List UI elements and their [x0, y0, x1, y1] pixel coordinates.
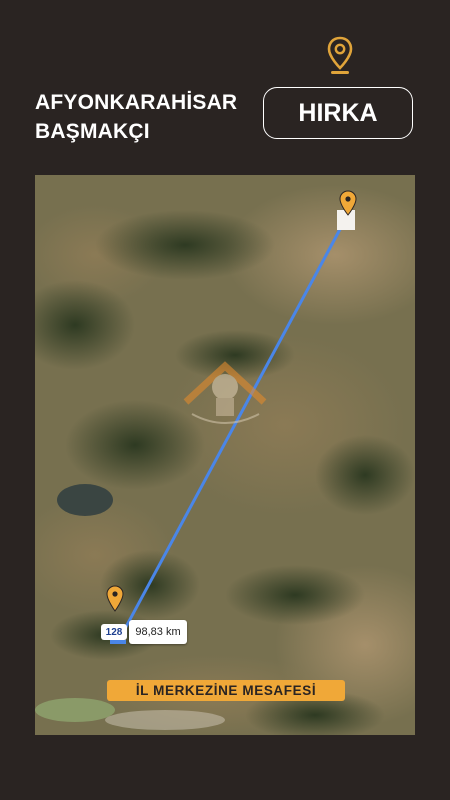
region-heading: AFYONKARAHİSAR BAŞMAKÇI — [35, 88, 237, 146]
distance-label: 98,83 km — [129, 620, 187, 644]
map-pin-icon — [327, 36, 353, 74]
village-name-box: HIRKA — [263, 87, 413, 139]
road-number-label: 128 — [101, 624, 127, 640]
distance-banner: İL MERKEZİNE MESAFESİ — [107, 680, 345, 701]
terrain-image — [35, 175, 415, 735]
province-name: AFYONKARAHİSAR — [35, 91, 238, 114]
satellite-map[interactable] — [35, 175, 415, 735]
distance-banner-text: İL MERKEZİNE MESAFESİ — [135, 683, 317, 698]
district-name: BAŞMAKÇI — [35, 120, 150, 143]
village-name: HIRKA — [298, 98, 378, 127]
watermark-logo-icon — [183, 361, 267, 424]
